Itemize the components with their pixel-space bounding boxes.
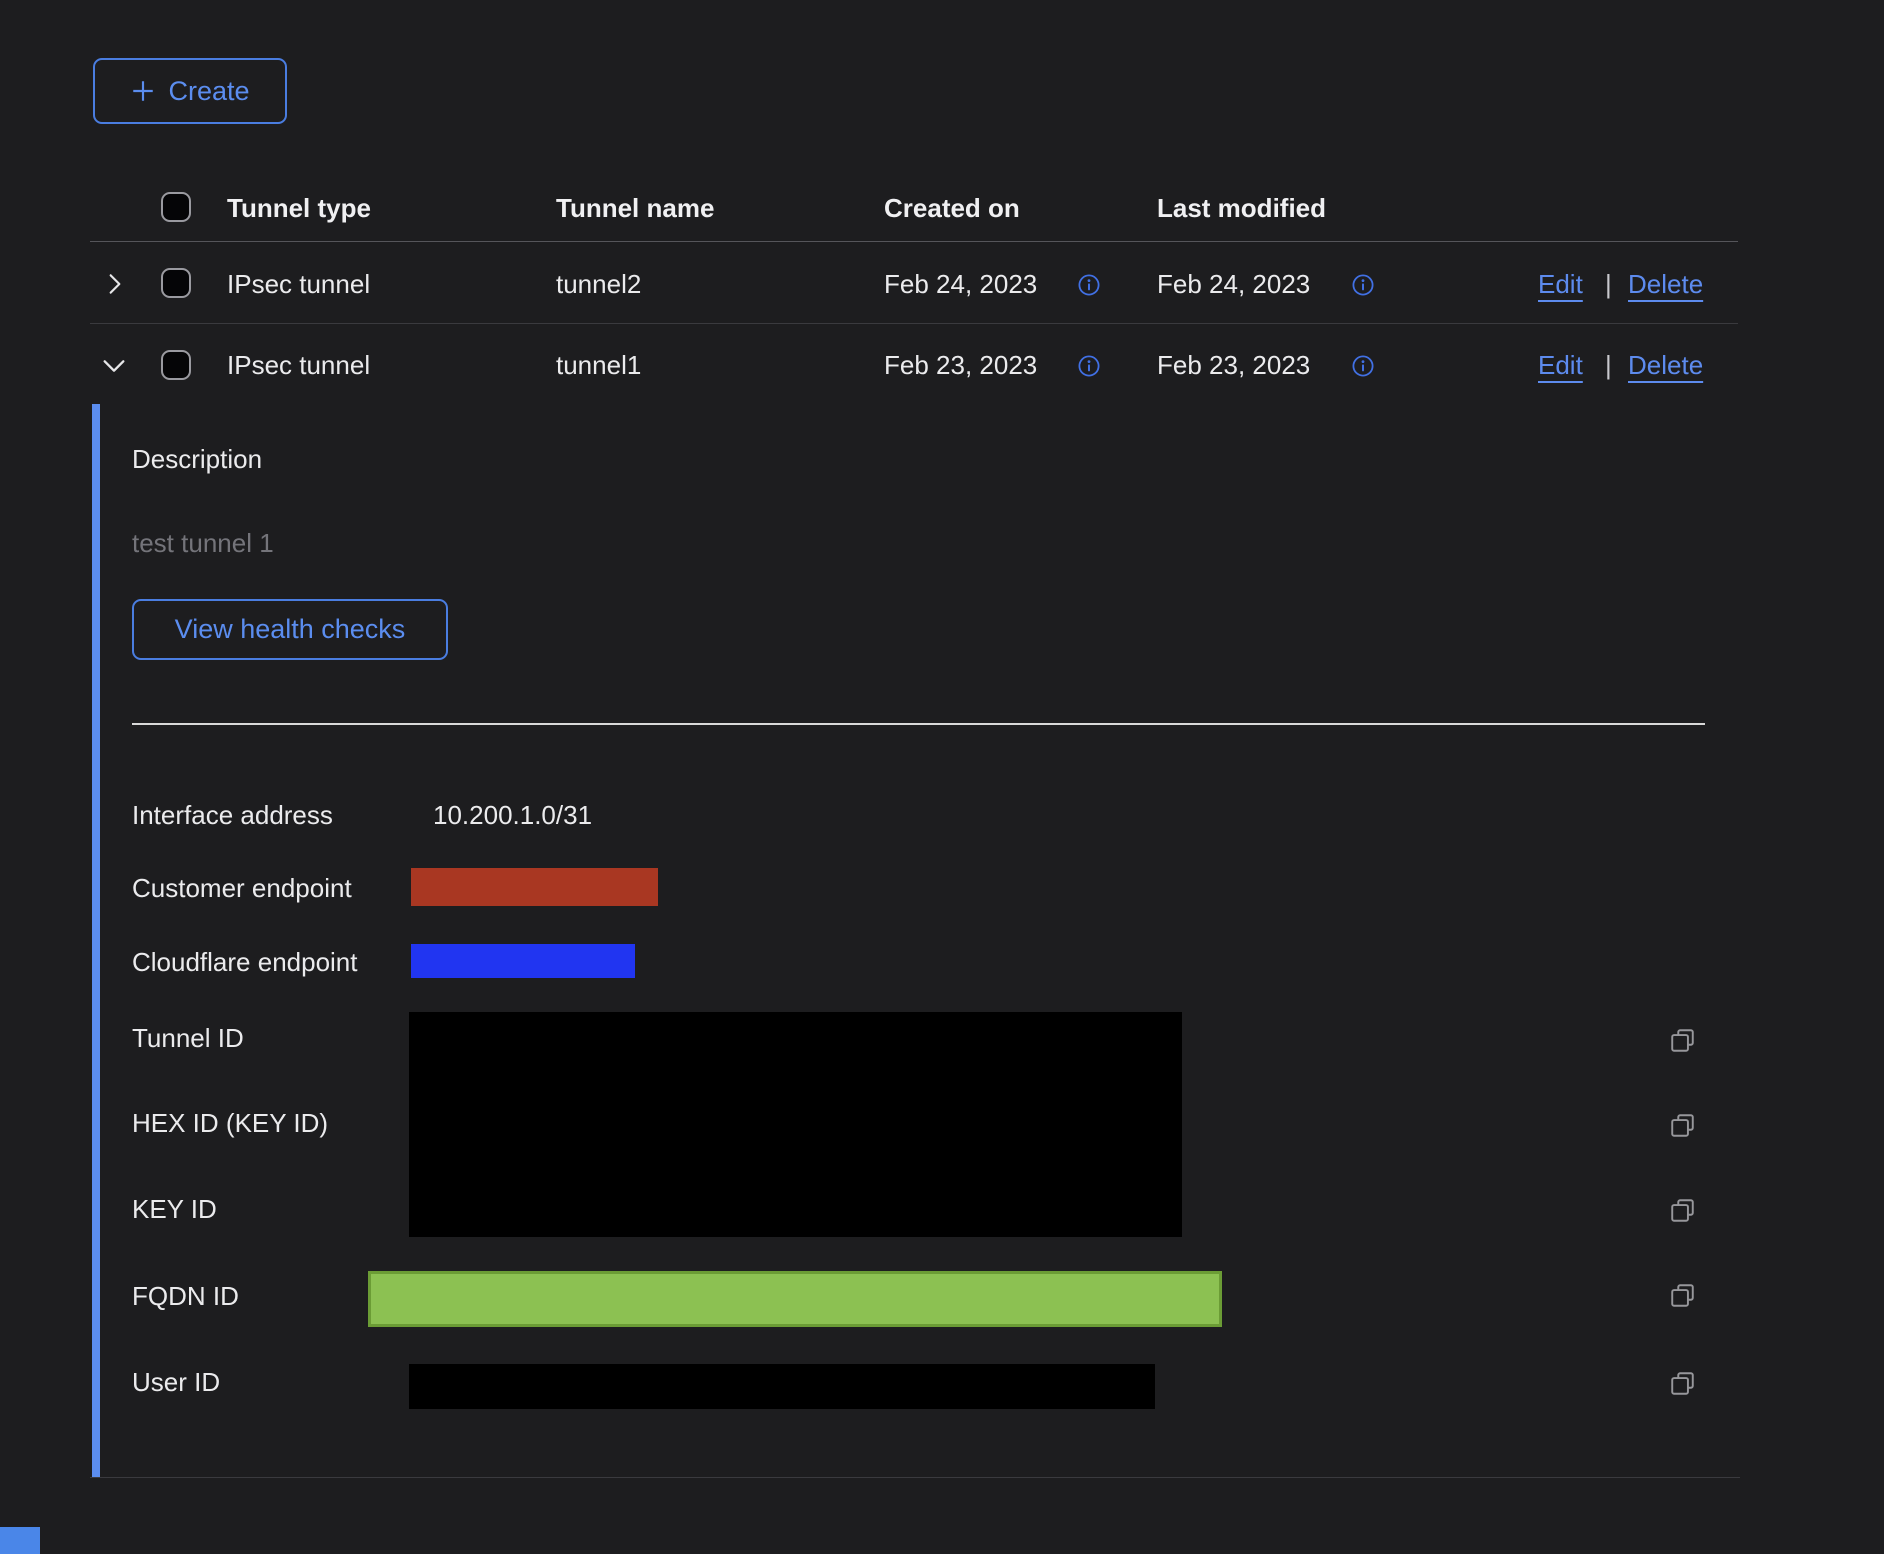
select-all-checkbox[interactable]	[161, 192, 191, 222]
bottom-left-blue-fragment	[0, 1527, 40, 1554]
view-health-checks-button[interactable]: View health checks	[132, 599, 448, 660]
info-icon[interactable]	[1077, 273, 1101, 297]
user-id-label: User ID	[132, 1366, 220, 1398]
copy-key-id-button[interactable]	[1668, 1196, 1697, 1225]
copy-icon	[1668, 1111, 1697, 1140]
header-divider	[90, 241, 1738, 242]
key-id-label: KEY ID	[132, 1193, 217, 1225]
copy-icon	[1668, 1369, 1697, 1398]
fqdn-id-label: FQDN ID	[132, 1280, 239, 1312]
interface-address-label: Interface address	[132, 799, 333, 831]
edit-link[interactable]: Edit	[1538, 268, 1583, 300]
customer-endpoint-redaction	[411, 868, 658, 906]
info-icon[interactable]	[1351, 354, 1375, 378]
copy-icon	[1668, 1196, 1697, 1225]
chevron-right-icon[interactable]	[102, 271, 128, 297]
tunnel-name-cell: tunnel2	[556, 268, 641, 300]
info-icon[interactable]	[1077, 354, 1101, 378]
create-button[interactable]: Create	[93, 58, 287, 124]
tunnel-type-cell: IPsec tunnel	[227, 268, 370, 300]
last-modified-cell: Feb 24, 2023	[1157, 268, 1310, 300]
copy-icon	[1668, 1281, 1697, 1310]
row-checkbox[interactable]	[161, 350, 191, 380]
cloudflare-endpoint-label: Cloudflare endpoint	[132, 946, 358, 978]
copy-fqdn-id-button[interactable]	[1668, 1281, 1697, 1310]
view-health-checks-label: View health checks	[175, 614, 406, 645]
ids-redaction-block	[409, 1012, 1182, 1237]
header-tunnel-type: Tunnel type	[227, 192, 371, 224]
customer-endpoint-label: Customer endpoint	[132, 872, 352, 904]
tunnel-id-label: Tunnel ID	[132, 1022, 244, 1054]
panel-divider	[132, 723, 1705, 725]
created-on-cell: Feb 24, 2023	[884, 268, 1037, 300]
tunnel-type-cell: IPsec tunnel	[227, 349, 370, 381]
delete-link[interactable]: Delete	[1628, 268, 1703, 300]
copy-user-id-button[interactable]	[1668, 1369, 1697, 1398]
plus-icon	[130, 78, 156, 104]
delete-link[interactable]: Delete	[1628, 349, 1703, 381]
create-button-label: Create	[168, 76, 249, 107]
chevron-down-icon[interactable]	[100, 352, 128, 380]
edit-link[interactable]: Edit	[1538, 349, 1583, 381]
info-icon[interactable]	[1351, 273, 1375, 297]
actions-separator: |	[1605, 349, 1612, 381]
last-modified-cell: Feb 23, 2023	[1157, 349, 1310, 381]
actions-separator: |	[1605, 268, 1612, 300]
copy-tunnel-id-button[interactable]	[1668, 1026, 1697, 1055]
expanded-panel-accent-bar	[92, 404, 100, 1478]
fqdn-id-redaction	[368, 1271, 1222, 1327]
row-divider	[90, 323, 1738, 324]
panel-bottom-divider	[90, 1477, 1740, 1478]
interface-address-value: 10.200.1.0/31	[433, 799, 592, 831]
header-created-on: Created on	[884, 192, 1020, 224]
row-checkbox[interactable]	[161, 268, 191, 298]
header-tunnel-name: Tunnel name	[556, 192, 714, 224]
copy-icon	[1668, 1026, 1697, 1055]
description-label: Description	[132, 443, 262, 475]
description-value: test tunnel 1	[132, 527, 274, 559]
copy-hex-id-button[interactable]	[1668, 1111, 1697, 1140]
cloudflare-endpoint-redaction	[411, 944, 635, 978]
header-last-modified: Last modified	[1157, 192, 1326, 224]
tunnels-page: Create Tunnel type Tunnel name Created o…	[0, 0, 1884, 1554]
tunnel-name-cell: tunnel1	[556, 349, 641, 381]
user-id-redaction	[409, 1364, 1155, 1409]
created-on-cell: Feb 23, 2023	[884, 349, 1037, 381]
hex-id-label: HEX ID (KEY ID)	[132, 1107, 328, 1139]
